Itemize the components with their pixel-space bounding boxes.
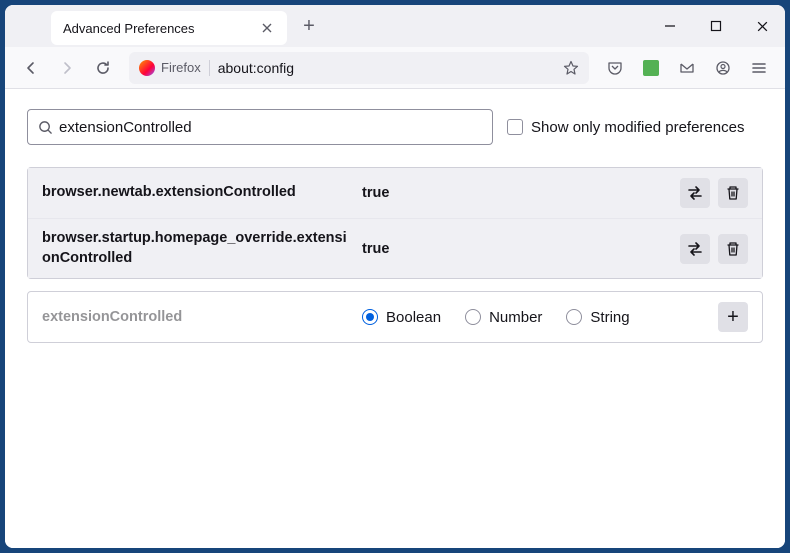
radio-input[interactable] bbox=[566, 309, 582, 325]
address-bar[interactable]: Firefox about:config bbox=[129, 52, 589, 84]
toggle-button[interactable] bbox=[680, 234, 710, 264]
menu-icon[interactable] bbox=[743, 52, 775, 84]
search-icon bbox=[38, 120, 53, 135]
preference-name: browser.newtab.extensionControlled bbox=[42, 183, 362, 203]
new-tab-button[interactable]: + bbox=[295, 12, 323, 40]
firefox-logo-icon bbox=[139, 60, 155, 76]
navigation-toolbar: Firefox about:config bbox=[5, 47, 785, 89]
bookmark-star-icon[interactable] bbox=[563, 60, 579, 76]
preference-actions bbox=[680, 234, 748, 264]
search-row: Show only modified preferences bbox=[27, 109, 763, 145]
url-text: about:config bbox=[218, 60, 563, 76]
radio-input[interactable] bbox=[362, 309, 378, 325]
preference-value: true bbox=[362, 241, 680, 257]
identity-box[interactable]: Firefox bbox=[139, 60, 210, 76]
inbox-icon[interactable] bbox=[671, 52, 703, 84]
extension-icon[interactable] bbox=[635, 52, 667, 84]
show-modified-checkbox[interactable] bbox=[507, 119, 523, 135]
identity-label: Firefox bbox=[161, 60, 201, 75]
search-box[interactable] bbox=[27, 109, 493, 145]
preference-value: true bbox=[362, 185, 680, 201]
tab-title: Advanced Preferences bbox=[63, 21, 195, 36]
add-preference-container: extensionControlled Boolean Number Strin… bbox=[27, 291, 763, 343]
radio-input[interactable] bbox=[465, 309, 481, 325]
toggle-button[interactable] bbox=[680, 178, 710, 208]
delete-button[interactable] bbox=[718, 178, 748, 208]
radio-label: Number bbox=[489, 309, 542, 326]
preference-row: browser.newtab.extensionControlled true bbox=[28, 168, 762, 218]
radio-boolean[interactable]: Boolean bbox=[362, 309, 441, 326]
forward-button[interactable] bbox=[51, 52, 83, 84]
pocket-icon[interactable] bbox=[599, 52, 631, 84]
back-button[interactable] bbox=[15, 52, 47, 84]
titlebar: Advanced Preferences + bbox=[5, 5, 785, 47]
add-preference-row: extensionControlled Boolean Number Strin… bbox=[28, 292, 762, 342]
search-input[interactable] bbox=[59, 119, 482, 136]
delete-button[interactable] bbox=[718, 234, 748, 264]
radio-string[interactable]: String bbox=[566, 309, 629, 326]
minimize-button[interactable] bbox=[647, 5, 693, 47]
maximize-button[interactable] bbox=[693, 5, 739, 47]
radio-label: String bbox=[590, 309, 629, 326]
preference-actions bbox=[680, 178, 748, 208]
radio-label: Boolean bbox=[386, 309, 441, 326]
preference-name: browser.startup.homepage_override.extens… bbox=[42, 229, 362, 268]
show-modified-checkbox-row[interactable]: Show only modified preferences bbox=[507, 119, 744, 136]
reload-button[interactable] bbox=[87, 52, 119, 84]
about-config-content: Show only modified preferences browser.n… bbox=[5, 89, 785, 548]
type-radio-group: Boolean Number String bbox=[362, 309, 718, 326]
show-modified-label: Show only modified preferences bbox=[531, 119, 744, 136]
close-tab-icon[interactable] bbox=[259, 20, 275, 36]
radio-number[interactable]: Number bbox=[465, 309, 542, 326]
browser-tab[interactable]: Advanced Preferences bbox=[51, 11, 287, 45]
preference-row: browser.startup.homepage_override.extens… bbox=[28, 218, 762, 278]
window-controls bbox=[647, 5, 785, 47]
add-preference-name: extensionControlled bbox=[42, 309, 362, 325]
account-icon[interactable] bbox=[707, 52, 739, 84]
browser-window: Advanced Preferences + bbox=[5, 5, 785, 548]
preferences-table: browser.newtab.extensionControlled true … bbox=[27, 167, 763, 279]
close-window-button[interactable] bbox=[739, 5, 785, 47]
add-button[interactable]: + bbox=[718, 302, 748, 332]
